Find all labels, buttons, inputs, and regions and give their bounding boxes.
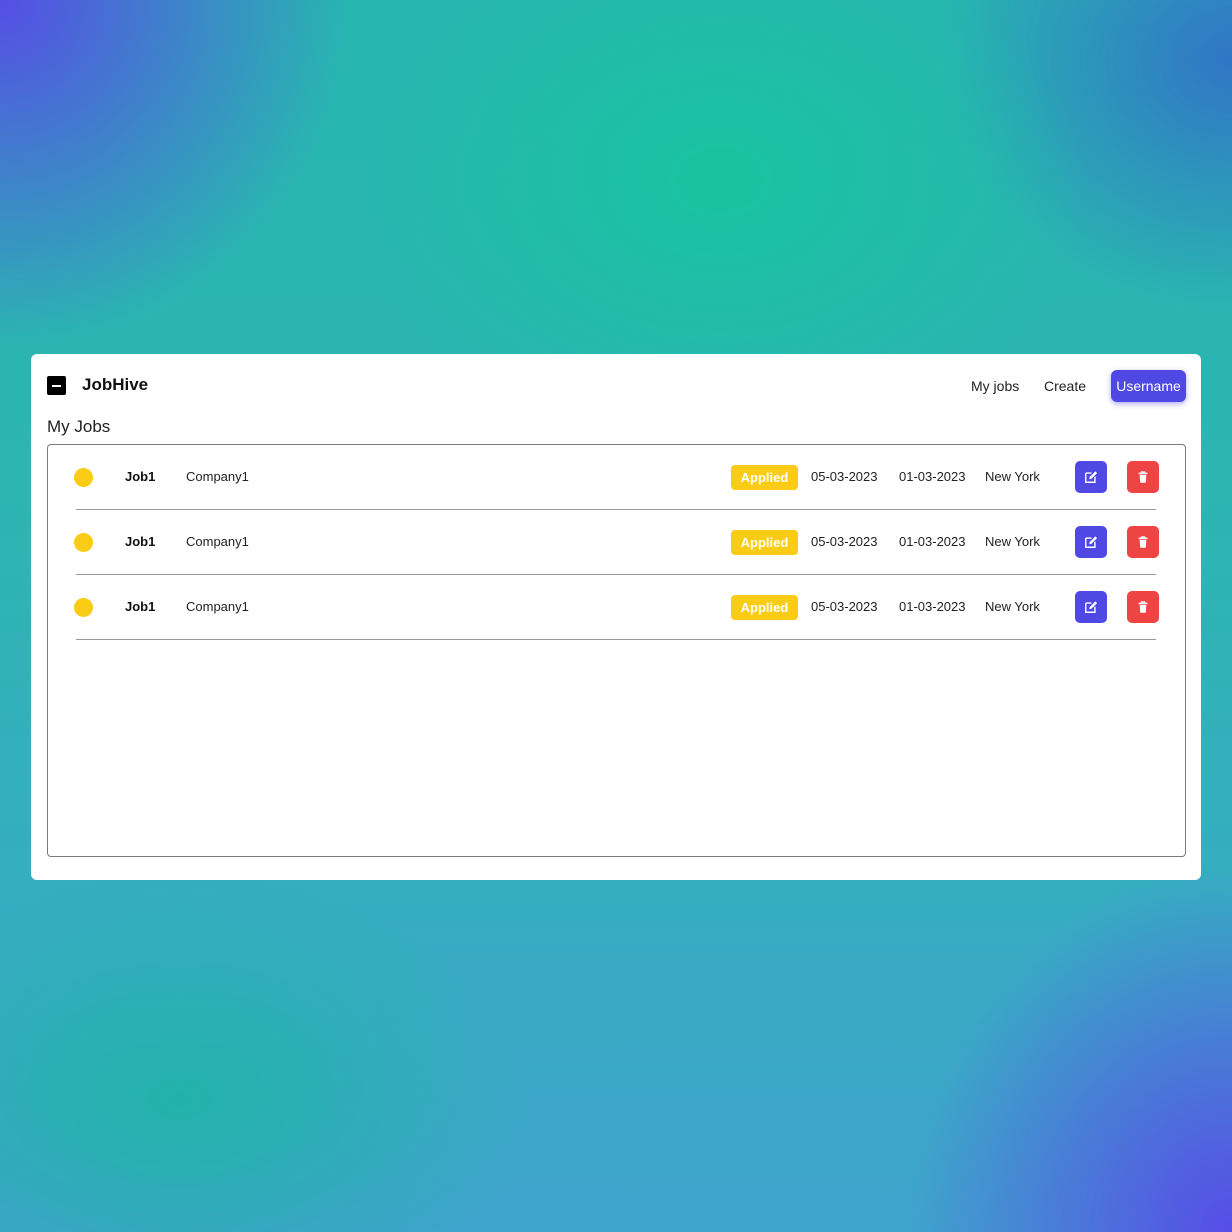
edit-icon — [1085, 601, 1098, 613]
navbar: JobHive My jobs Create Username — [31, 354, 1201, 418]
delete-button[interactable] — [1127, 461, 1159, 493]
nav-create-link[interactable]: Create — [1044, 378, 1086, 394]
job-location: New York — [985, 469, 1040, 484]
status-dot-icon — [74, 533, 93, 552]
job-date-1: 05-03-2023 — [811, 599, 878, 614]
job-location: New York — [985, 534, 1040, 549]
status-badge: Applied — [731, 595, 798, 620]
jobs-list: Job1 Company1 Applied 05-03-2023 01-03-2… — [47, 444, 1186, 857]
edit-button[interactable] — [1075, 526, 1107, 558]
job-date-2: 01-03-2023 — [899, 534, 966, 549]
username-button[interactable]: Username — [1111, 370, 1186, 402]
trash-icon — [1138, 536, 1148, 548]
delete-button[interactable] — [1127, 526, 1159, 558]
status-dot-icon — [74, 598, 93, 617]
job-title: Job1 — [125, 469, 156, 484]
edit-button[interactable] — [1075, 591, 1107, 623]
page-title: My Jobs — [47, 417, 111, 436]
job-title: Job1 — [125, 599, 156, 614]
delete-button[interactable] — [1127, 591, 1159, 623]
job-row: Job1 Company1 Applied 05-03-2023 01-03-2… — [74, 575, 1159, 640]
job-date-2: 01-03-2023 — [899, 469, 966, 484]
trash-icon — [1138, 471, 1148, 483]
edit-icon — [1085, 536, 1098, 548]
status-badge: Applied — [731, 465, 798, 490]
trash-icon — [1138, 601, 1148, 613]
status-badge: Applied — [731, 530, 798, 555]
edit-icon — [1085, 471, 1098, 483]
brand-name[interactable]: JobHive — [82, 375, 148, 395]
job-location: New York — [985, 599, 1040, 614]
job-company: Company1 — [186, 469, 249, 484]
job-date-2: 01-03-2023 — [899, 599, 966, 614]
job-date-1: 05-03-2023 — [811, 534, 878, 549]
job-row: Job1 Company1 Applied 05-03-2023 01-03-2… — [74, 510, 1159, 575]
minus-square-icon — [47, 376, 66, 395]
job-company: Company1 — [186, 599, 249, 614]
main-card: JobHive My jobs Create Username My Jobs … — [31, 354, 1201, 880]
job-company: Company1 — [186, 534, 249, 549]
job-date-1: 05-03-2023 — [811, 469, 878, 484]
job-title: Job1 — [125, 534, 156, 549]
nav-my-jobs-link[interactable]: My jobs — [971, 378, 1019, 394]
job-row: Job1 Company1 Applied 05-03-2023 01-03-2… — [74, 445, 1159, 510]
edit-button[interactable] — [1075, 461, 1107, 493]
status-dot-icon — [74, 468, 93, 487]
